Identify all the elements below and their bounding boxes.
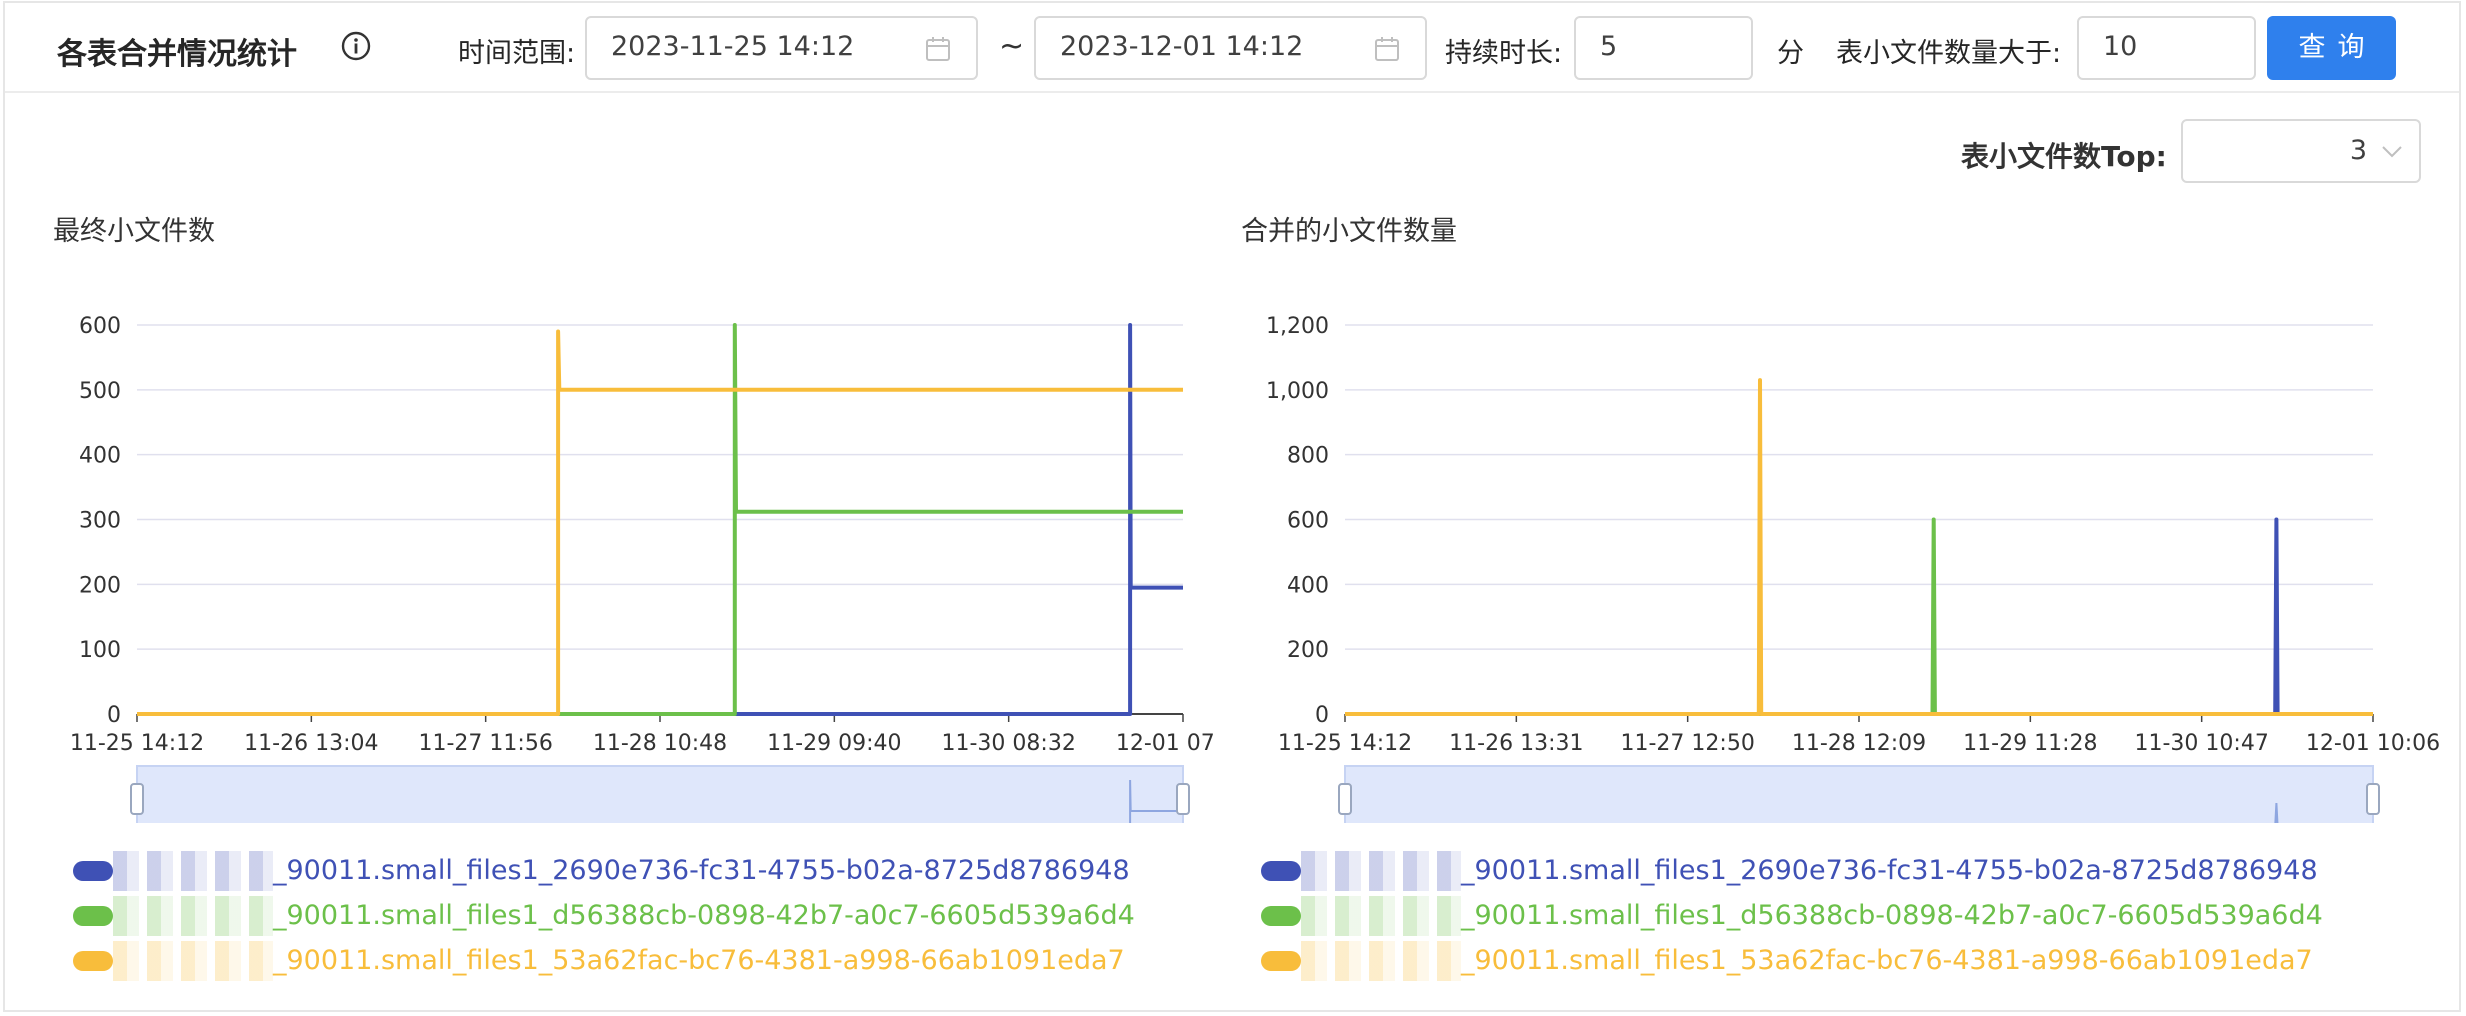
- chart-title-merged-small-files: 合并的小文件数量: [1241, 216, 1457, 247]
- x-tick-label: 11-26 13:04: [244, 731, 378, 756]
- legend-swatch: [1261, 951, 1301, 971]
- zoom-handle-right[interactable]: [2366, 783, 2380, 815]
- duration-label: 持续时长:: [1445, 38, 1563, 69]
- start-time-value: 2023-11-25 14:12: [611, 31, 855, 62]
- redacted-prefix: [1301, 941, 1461, 981]
- zoom-slider-track[interactable]: [1344, 765, 2374, 823]
- legend-label: _90011.small_files1_53a62fac-bc76-4381-a…: [273, 945, 1125, 976]
- legend-label: _90011.small_files1_d56388cb-0898-42b7-a…: [1461, 900, 2323, 931]
- page-title: 各表合并情况统计: [57, 37, 297, 72]
- zoom-slider-track[interactable]: [136, 765, 1184, 823]
- x-tick-label: 11-29 09:40: [767, 731, 901, 756]
- merged-small-files-chart: 0 200 400 600 800 1,000 1,200 11-25 14:12 11-26 …: [1266, 314, 2440, 823]
- filter-bar: 各表合并情况统计 时间范围: 2023-11-25 14:12 ~ 2023-1…: [5, 3, 2459, 93]
- duration-unit: 分: [1777, 38, 1804, 69]
- legend-final-small-files: _90011.small_files1_2690e736-fc31-4755-b…: [73, 851, 1173, 991]
- legend-swatch: [73, 861, 113, 881]
- y-tick-label: 0: [1315, 703, 1329, 728]
- legend-label: _90011.small_files1_2690e736-fc31-4755-b…: [273, 855, 1130, 886]
- duration-input[interactable]: 5: [1574, 16, 1753, 80]
- legend-swatch: [1261, 861, 1301, 881]
- x-tick-label: 11-28 12:09: [1792, 731, 1926, 756]
- x-tick-label: 11-25 14:12: [70, 731, 204, 756]
- legend-merged-small-files: _90011.small_files1_2690e736-fc31-4755-b…: [1261, 851, 2361, 991]
- legend-swatch: [1261, 906, 1301, 926]
- redacted-prefix: [113, 941, 273, 981]
- dashboard-panel: 各表合并情况统计 时间范围: 2023-11-25 14:12 ~ 2023-1…: [3, 1, 2461, 1012]
- y-tick-label: 600: [79, 314, 121, 339]
- y-tick-label: 600: [1287, 509, 1329, 534]
- final-small-files-chart: 0 100 200 300 400 500 600 11-25 14:12 11-26 13:0…: [70, 314, 1215, 823]
- series-line-3[interactable]: [1345, 378, 2373, 716]
- range-separator: ~: [999, 29, 1025, 64]
- x-tick-label: 11-28 10:48: [593, 731, 727, 756]
- legend-label: _90011.small_files1_2690e736-fc31-4755-b…: [1461, 855, 2318, 886]
- calendar-icon: [926, 37, 950, 61]
- x-tick-label: 11-27 11:56: [419, 731, 553, 756]
- y-tick-label: 1,200: [1266, 314, 1329, 339]
- legend-label: _90011.small_files1_53a62fac-bc76-4381-a…: [1461, 945, 2313, 976]
- end-time-picker[interactable]: 2023-12-01 14:12: [1034, 16, 1427, 80]
- y-tick-label: 300: [79, 509, 121, 534]
- legend-swatch: [73, 951, 113, 971]
- x-tick-label: 11-26 13:31: [1449, 731, 1583, 756]
- legend-swatch: [73, 906, 113, 926]
- small-file-threshold-input[interactable]: 10: [2077, 16, 2256, 80]
- series-line-3[interactable]: [137, 329, 1183, 716]
- x-tick-label: 11-25 14:12: [1278, 731, 1412, 756]
- top-n-select[interactable]: 3: [2181, 119, 2421, 183]
- x-tick-label: 11-27 12:50: [1621, 731, 1755, 756]
- info-icon[interactable]: [341, 31, 371, 61]
- redacted-prefix: [1301, 896, 1461, 936]
- y-tick-label: 200: [1287, 638, 1329, 663]
- x-tick-label: 11-30 10:47: [2135, 731, 2269, 756]
- top-n-value: 3: [2349, 135, 2367, 166]
- y-tick-label: 400: [79, 444, 121, 469]
- y-tick-label: 100: [79, 638, 121, 663]
- chevron-down-icon: [2382, 146, 2402, 158]
- small-file-threshold-value: 10: [2103, 31, 2138, 62]
- query-button[interactable]: 查询: [2267, 16, 2396, 80]
- redacted-prefix: [113, 896, 273, 936]
- start-time-picker[interactable]: 2023-11-25 14:12: [585, 16, 978, 80]
- zoom-handle-right[interactable]: [1176, 783, 1190, 815]
- series-line-2[interactable]: [1345, 517, 2373, 716]
- zoom-handle-left[interactable]: [130, 783, 144, 815]
- y-tick-label: 1,000: [1266, 379, 1329, 404]
- y-tick-label: 500: [79, 379, 121, 404]
- calendar-icon: [1375, 37, 1399, 61]
- x-tick-label: 11-29 11:28: [1963, 731, 2097, 756]
- x-tick-label: 12-01 10:06: [2306, 731, 2440, 756]
- y-tick-label: 800: [1287, 444, 1329, 469]
- y-tick-label: 400: [1287, 573, 1329, 598]
- top-n-label: 表小文件数Top:: [1961, 140, 2167, 173]
- series-line-1[interactable]: [1345, 517, 2373, 716]
- end-time-value: 2023-12-01 14:12: [1060, 31, 1304, 62]
- redacted-prefix: [1301, 851, 1461, 891]
- y-tick-label: 200: [79, 573, 121, 598]
- chart-title-final-small-files: 最终小文件数: [53, 216, 215, 247]
- y-tick-label: 0: [107, 703, 121, 728]
- zoom-handle-left[interactable]: [1338, 783, 1352, 815]
- x-tick-label: 11-30 08:32: [942, 731, 1076, 756]
- time-range-label: 时间范围:: [458, 38, 576, 69]
- legend-label: _90011.small_files1_d56388cb-0898-42b7-a…: [273, 900, 1135, 931]
- small-file-threshold-label: 表小文件数量大于:: [1836, 38, 2062, 69]
- duration-value: 5: [1600, 31, 1618, 62]
- redacted-prefix: [113, 851, 273, 891]
